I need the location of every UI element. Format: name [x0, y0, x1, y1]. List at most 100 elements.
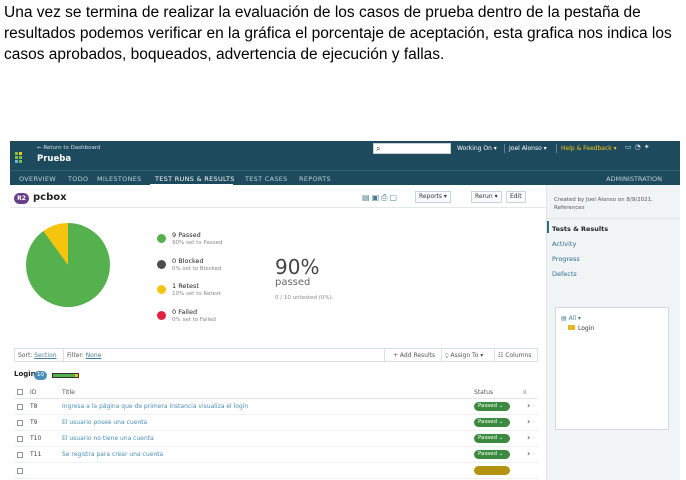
chat-icon[interactable]: ▭ — [625, 143, 635, 151]
search-input[interactable]: ⌕ — [373, 143, 451, 154]
column-status[interactable]: Status — [474, 389, 493, 396]
section-title[interactable]: Login — [14, 370, 36, 378]
row-checkbox[interactable] — [17, 436, 23, 442]
column-settings-icon[interactable]: ⁞⁞ — [523, 389, 527, 396]
test-id: T9 — [30, 419, 38, 426]
bell-icon[interactable]: ◔ — [635, 143, 644, 151]
divider — [494, 349, 495, 361]
tab-todo[interactable]: TODO — [68, 175, 88, 183]
divider — [504, 144, 505, 153]
test-title-link[interactable]: Se registra para crear una cuenta — [62, 451, 163, 458]
column-title[interactable]: Title — [62, 389, 75, 396]
filter-value[interactable]: None — [86, 352, 102, 359]
test-title-link[interactable]: El usuario no tiene una cuenta — [62, 435, 154, 442]
status-dropdown[interactable]: Passed ⌄ — [474, 450, 510, 459]
sort-control[interactable]: Sort: Section — [18, 352, 57, 359]
rerun-button[interactable]: Rerun ▾ — [471, 191, 502, 203]
status-dropdown[interactable]: Passed ⌄ — [474, 434, 510, 443]
lock-icon[interactable]: ▢ — [390, 193, 400, 202]
working-on-menu[interactable]: Working On ▾ — [457, 144, 497, 153]
failed-label: 0 Failed — [172, 308, 198, 316]
export-icon[interactable]: ▣ — [372, 193, 382, 202]
reports-button-label: Reports ▾ — [419, 193, 447, 200]
test-id: T10 — [30, 435, 42, 442]
edit-button-label: Edit — [510, 193, 522, 200]
status-dropdown[interactable] — [474, 466, 510, 475]
tab-test-runs-results[interactable]: TEST RUNS & RESULTS — [155, 175, 235, 183]
created-by-text: Created by Joel Alonso on 8/9/2021. — [554, 197, 653, 203]
tab-administration[interactable]: ADMINISTRATION — [606, 175, 662, 183]
add-results-button[interactable]: + Add Results — [393, 352, 435, 359]
print-icon[interactable]: ⎙ — [381, 193, 389, 202]
created-info: Created by Joel Alonso on 8/9/2021. Refe… — [554, 196, 676, 212]
table-row[interactable]: T10 El usuario no tiene una cuenta Passe… — [14, 431, 538, 447]
row-checkbox[interactable] — [17, 452, 23, 458]
page-title: pcbox — [33, 192, 67, 203]
tree-node-label: Login — [578, 325, 595, 332]
tab-milestones[interactable]: MILESTONES — [97, 175, 142, 183]
blocked-sub: 0% set to Blocked — [172, 266, 222, 272]
tree-node-login[interactable]: Login — [568, 325, 594, 332]
column-id[interactable]: ID — [30, 389, 36, 396]
untested-count: 0 / 10 untested (0%). — [275, 295, 334, 301]
retest-dot-icon — [157, 285, 166, 294]
user-menu[interactable]: Joel Alonso ▾ — [509, 144, 547, 153]
blocked-dot-icon — [157, 260, 166, 269]
testrail-logo-icon[interactable] — [15, 152, 25, 163]
edit-button[interactable]: Edit — [506, 191, 526, 203]
sidebar: Created by Joel Alonso on 8/9/2021. Refe… — [546, 185, 680, 480]
header-icons: ▭◔✦ — [625, 143, 653, 151]
tab-test-cases[interactable]: TEST CASES — [245, 175, 288, 183]
return-to-dashboard-link[interactable]: ← Return to Dashboard — [37, 145, 100, 151]
passed-sub: 90% set to Passed — [172, 240, 223, 246]
row-checkbox[interactable] — [17, 420, 23, 426]
status-dropdown[interactable]: Passed ⌄ — [474, 418, 510, 427]
sidebar-item-activity[interactable]: Activity — [552, 240, 576, 248]
sidebar-item-tests-results[interactable]: Tests & Results — [552, 225, 608, 233]
filter-bar: Sort: Section Filter: None + Add Results… — [14, 348, 538, 362]
table-row[interactable]: T9 El usuario posee una cuenta Passed ⌄ … — [14, 415, 538, 431]
chart-icon[interactable]: ▤ — [362, 193, 372, 202]
test-title-link[interactable]: El usuario posee una cuenta — [62, 419, 147, 426]
filter-control[interactable]: Filter: None — [67, 352, 101, 359]
passed-percentage-label: passed — [275, 277, 311, 288]
rerun-button-label: Rerun ▾ — [475, 193, 498, 200]
test-id: T11 — [30, 451, 42, 458]
sidebar-item-progress[interactable]: Progress — [552, 255, 580, 263]
select-all-checkbox[interactable] — [17, 389, 23, 395]
section-tree: ▤ All ▾ Login — [555, 307, 669, 430]
columns-button[interactable]: ☷ Columns — [498, 352, 531, 359]
retest-sub: 10% set to Retest — [172, 291, 221, 297]
references-text: References — [554, 205, 585, 211]
twitter-icon[interactable]: ✦ — [644, 143, 653, 151]
help-feedback-menu[interactable]: Help & Feedback ▾ — [561, 144, 617, 153]
chevron-right-icon[interactable]: › — [527, 401, 530, 410]
row-checkbox[interactable] — [17, 468, 23, 474]
status-dropdown[interactable]: Passed ⌄ — [474, 402, 510, 411]
tree-all-label: All ▾ — [568, 315, 581, 322]
sort-label: Sort: — [18, 352, 33, 359]
tree-all-toggle[interactable]: ▤ All ▾ — [561, 315, 581, 322]
blocked-label: 0 Blocked — [172, 257, 204, 265]
row-checkbox[interactable] — [17, 404, 23, 410]
table-row[interactable] — [14, 463, 538, 479]
active-link-indicator — [547, 221, 549, 233]
chevron-right-icon[interactable]: › — [527, 433, 530, 442]
table-row[interactable]: T11 Se registra para crear una cuenta Pa… — [14, 447, 538, 463]
test-title-link[interactable]: Ingresa a la página que de primera insta… — [62, 403, 248, 410]
table-row[interactable]: T8 Ingresa a la página que de primera in… — [14, 399, 538, 415]
divider — [384, 349, 385, 361]
document-paragraph: Una vez se termina de realizar la evalua… — [4, 4, 672, 63]
assign-to-label: Assign To ▾ — [450, 352, 484, 359]
assign-to-button[interactable]: ⍜ Assign To ▾ — [445, 352, 483, 360]
chevron-right-icon[interactable]: › — [527, 449, 530, 458]
retest-label: 1 Retest — [172, 282, 199, 290]
chevron-right-icon[interactable]: › — [527, 417, 530, 426]
sidebar-item-defects[interactable]: Defects — [552, 270, 577, 278]
sort-value[interactable]: Section — [34, 352, 56, 359]
tab-overview[interactable]: OVERVIEW — [19, 175, 56, 183]
reports-button[interactable]: Reports ▾ — [415, 191, 451, 203]
project-name[interactable]: Prueba — [37, 154, 71, 164]
tab-reports[interactable]: REPORTS — [299, 175, 331, 183]
columns-label: Columns — [505, 352, 532, 359]
